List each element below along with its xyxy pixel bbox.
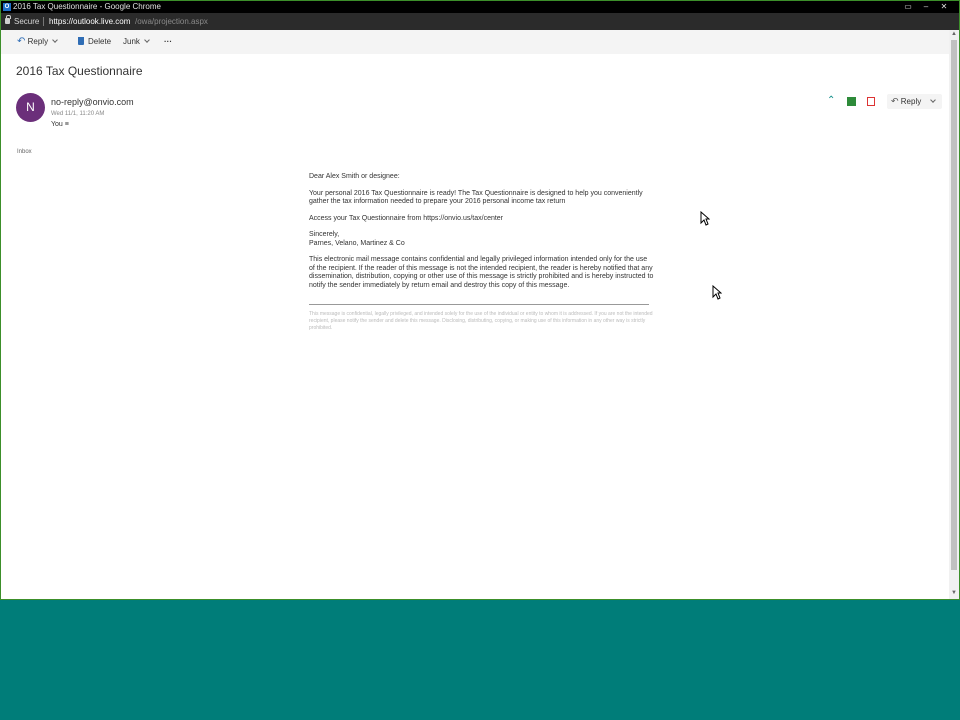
reply-button-inline[interactable]: ↶ Reply [887, 94, 942, 109]
scroll-up-icon[interactable]: ▲ [951, 31, 957, 37]
junk-button[interactable]: Junk [123, 30, 150, 54]
recipient[interactable]: You ≡ [51, 121, 69, 128]
reply-icon: ↶ [891, 96, 899, 106]
reply-button[interactable]: ↶ Reply [17, 30, 59, 54]
desktop-background [0, 600, 960, 720]
delete-button[interactable]: Delete [78, 30, 111, 54]
address-bar[interactable]: Secure https://outlook.live.com /owa/pro… [1, 13, 959, 30]
message-date: Wed 11/1, 11:20 AM [51, 111, 105, 117]
folder-label[interactable]: Inbox [17, 149, 32, 155]
reading-pane: 2016 Tax Questionnaire N no-reply@onvio.… [1, 54, 949, 599]
trash-icon [78, 37, 84, 45]
close-icon[interactable]: ✕ [937, 1, 951, 13]
body-paragraph-access: Access your Tax Questionnaire from https… [309, 214, 504, 222]
browser-window: O 2016 Tax Questionnaire - Google Chrome… [0, 0, 960, 600]
address-separator [43, 17, 44, 26]
restore-icon[interactable]: ▭ [901, 1, 915, 13]
reply-inline-label: Reply [900, 97, 922, 106]
scroll-down-icon[interactable]: ▼ [951, 590, 957, 596]
lock-icon [5, 15, 11, 24]
reply-icon: ↶ [17, 36, 26, 47]
chevron-down-icon[interactable] [144, 37, 150, 43]
url-host[interactable]: https://outlook.live.com [49, 13, 130, 30]
chevron-down-icon[interactable] [930, 97, 937, 103]
scrollbar-thumb[interactable] [951, 40, 957, 570]
secure-label: Secure [14, 17, 40, 26]
body-paragraph: Your personal 2016 Tax Questionnaire is … [309, 189, 643, 206]
outlook-icon: O [3, 3, 11, 11]
title-bar: O 2016 Tax Questionnaire - Google Chrome… [1, 1, 959, 13]
firm-name: Parnes, Velano, Martinez & Co [309, 239, 405, 247]
green-addin-icon[interactable] [847, 97, 856, 106]
more-actions-button[interactable]: ··· [164, 30, 172, 54]
scrollbar[interactable]: ▲ ▼ [949, 30, 959, 599]
delete-label: Delete [88, 37, 112, 46]
sensitivity-icon[interactable]: ⌃ [827, 96, 837, 106]
minimize-icon[interactable]: – [919, 1, 933, 13]
message-toolbar: ↶ Reply Delete Junk ··· [1, 30, 949, 54]
junk-label: Junk [123, 37, 140, 46]
divider [309, 304, 649, 305]
greeting: Dear Alex Smith or designee: [309, 173, 400, 180]
red-addin-icon[interactable] [867, 97, 875, 106]
message-subject: 2016 Tax Questionnaire [16, 64, 143, 78]
message-body: Dear Alex Smith or designee: Your person… [309, 173, 654, 340]
disclaimer: This electronic mail message contains co… [309, 256, 654, 289]
fine-print: This message is confidential, legally pr… [309, 311, 653, 331]
window-title: 2016 Tax Questionnaire - Google Chrome [13, 2, 161, 11]
chevron-down-icon[interactable] [52, 37, 59, 43]
sender-address[interactable]: no-reply@onvio.com [51, 97, 134, 107]
signoff: Sincerely, [309, 231, 340, 238]
reply-label: Reply [27, 37, 49, 46]
url-path[interactable]: /owa/projection.aspx [135, 13, 208, 30]
avatar[interactable]: N [16, 93, 45, 122]
